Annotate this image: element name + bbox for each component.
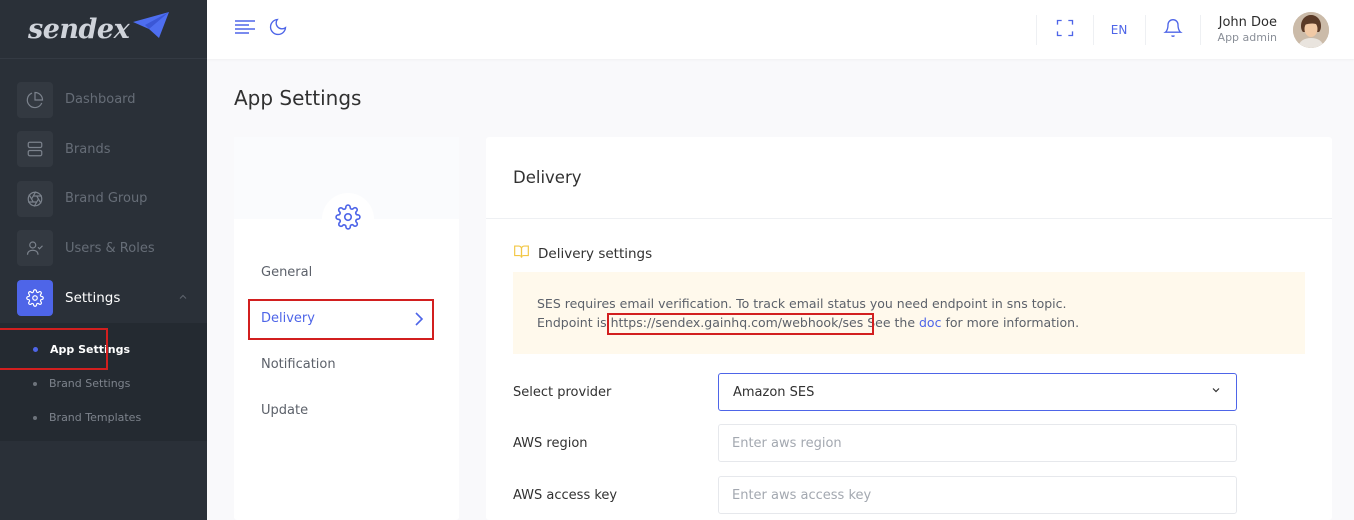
tab-label: Update: [261, 402, 309, 418]
note-suffix: for more information.: [941, 315, 1080, 330]
sidebar-item-brands[interactable]: Brands: [0, 125, 207, 175]
settings-tabs: General Delivery Notification Update: [234, 249, 459, 433]
language-selector[interactable]: EN: [1092, 14, 1145, 45]
logo-text: sendex: [28, 13, 130, 45]
submenu-item-brand-templates[interactable]: Brand Templates: [0, 401, 207, 435]
note-line-1: SES requires email verification. To trac…: [537, 296, 1067, 311]
sidebar-item-settings[interactable]: Settings: [0, 273, 207, 323]
menu-toggle-icon[interactable]: [234, 17, 256, 41]
server-icon: [17, 131, 53, 168]
tab-label: Notification: [261, 356, 336, 372]
sidebar-item-dashboard[interactable]: Dashboard: [0, 75, 207, 125]
notifications-button[interactable]: [1144, 14, 1200, 45]
submenu-item-app-settings[interactable]: App Settings: [0, 327, 207, 370]
bell-icon: [1162, 18, 1183, 42]
pie-chart-icon: [17, 81, 53, 118]
aperture-icon: [17, 180, 53, 217]
provider-value: Amazon SES: [733, 384, 815, 400]
bullet-dot-icon: [33, 415, 37, 420]
sidebar-nav: Dashboard Brands Brand Group Users & Rol…: [0, 59, 207, 323]
chevron-down-icon: [1210, 384, 1222, 400]
divider: [486, 218, 1332, 219]
avatar: [1293, 11, 1329, 48]
highlight-box: [248, 299, 434, 340]
chevron-up-icon[interactable]: [177, 288, 189, 307]
tab-delivery[interactable]: Delivery: [234, 295, 459, 341]
user-name: John Doe: [1218, 15, 1277, 30]
tab-notification[interactable]: Notification: [234, 341, 459, 387]
gear-icon: [17, 279, 53, 316]
moon-icon[interactable]: [268, 17, 288, 41]
settings-submenu: App Settings Brand Settings Brand Templa…: [0, 322, 207, 441]
sidebar-item-label: Brand Group: [65, 191, 148, 207]
language-label: EN: [1110, 22, 1128, 37]
sidebar-item-label: Settings: [65, 289, 121, 306]
paper-plane-icon: [131, 10, 171, 44]
access-key-label: AWS access key: [513, 487, 618, 503]
sidebar-item-label: Users & Roles: [65, 240, 155, 256]
note-prefix: Endpoint is: [537, 315, 611, 330]
aws-access-key-input[interactable]: [718, 476, 1237, 514]
card-title: Delivery: [513, 168, 582, 187]
doc-link[interactable]: doc: [919, 315, 941, 330]
access-key-row: AWS access key: [513, 476, 1237, 514]
top-header: EN John Doe App admin: [207, 0, 1354, 59]
submenu-item-brand-settings[interactable]: Brand Settings: [0, 367, 207, 401]
sidebar-item-brand-group[interactable]: Brand Group: [0, 174, 207, 224]
sidebar: sendex Dashboard Brands Brand Group User…: [0, 0, 207, 520]
region-label: AWS region: [513, 435, 588, 451]
settings-nav-card: General Delivery Notification Update: [234, 137, 459, 520]
user-role: App admin: [1217, 31, 1277, 44]
section-heading: Delivery settings: [513, 244, 652, 263]
fullscreen-icon: [1055, 18, 1075, 42]
user-check-icon: [17, 230, 53, 267]
highlight-box: [606, 313, 874, 335]
sidebar-item-users-roles[interactable]: Users & Roles: [0, 224, 207, 274]
aws-region-input[interactable]: [718, 424, 1237, 462]
book-open-icon: [513, 244, 538, 263]
provider-select[interactable]: Amazon SES: [718, 373, 1237, 411]
provider-label: Select provider: [513, 384, 612, 400]
tab-general[interactable]: General: [234, 249, 459, 295]
provider-row: Select provider Amazon SES: [513, 373, 1237, 411]
endpoint-url: https://sendex.gainhq.com/webhook/ses: [606, 313, 874, 335]
delivery-card: Delivery Delivery settings SES requires …: [486, 137, 1332, 520]
region-row: AWS region: [513, 424, 1237, 462]
sidebar-item-label: Brands: [65, 141, 111, 157]
user-menu[interactable]: John Doe App admin: [1199, 11, 1354, 48]
sidebar-item-label: Dashboard: [65, 92, 136, 108]
submenu-item-label: Brand Settings: [49, 377, 131, 390]
logo[interactable]: sendex: [0, 0, 207, 59]
page-title: App Settings: [234, 86, 362, 110]
fullscreen-button[interactable]: [1035, 14, 1093, 45]
note-line-2: Endpoint is https://sendex.gainhq.com/we…: [537, 313, 1281, 335]
bullet-dot-icon: [33, 381, 37, 386]
highlight-box: [0, 327, 108, 370]
section-title: Delivery settings: [538, 245, 653, 262]
gear-icon: [335, 204, 361, 234]
tab-label: General: [261, 264, 313, 280]
tab-update[interactable]: Update: [234, 387, 459, 433]
settings-gear-badge: [322, 193, 374, 245]
submenu-item-label: Brand Templates: [49, 411, 142, 424]
info-note: SES requires email verification. To trac…: [513, 272, 1305, 354]
